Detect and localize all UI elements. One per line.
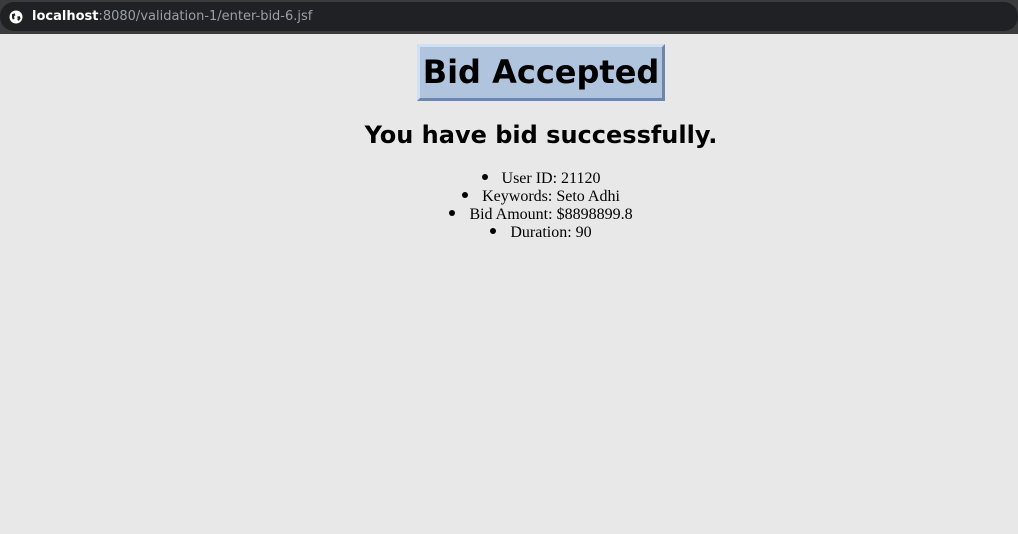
browser-address-bar: localhost:8080/validation-1/enter-bid-6.… <box>0 0 1018 34</box>
url-field[interactable]: localhost:8080/validation-1/enter-bid-6.… <box>0 2 1018 31</box>
list-item: Duration: 90 <box>0 224 1018 242</box>
globe-icon[interactable] <box>9 10 23 24</box>
bullet-icon <box>449 210 456 217</box>
url-text[interactable]: localhost:8080/validation-1/enter-bid-6.… <box>32 9 312 25</box>
page-content: Bid Accepted You have bid successfully. … <box>0 34 1018 534</box>
detail-keywords: Keywords: Seto Adhi <box>482 188 620 205</box>
bid-details-list: User ID: 21120 Keywords: Seto Adhi Bid A… <box>0 170 1018 242</box>
detail-bid-amount: Bid Amount: $8898899.8 <box>469 206 633 223</box>
page-title: Bid Accepted <box>417 44 665 101</box>
detail-user-id: User ID: 21120 <box>501 170 601 187</box>
list-item: Bid Amount: $8898899.8 <box>0 206 1018 224</box>
success-heading: You have bid successfully. <box>364 121 718 149</box>
bullet-icon <box>481 174 488 181</box>
detail-duration: Duration: 90 <box>510 224 592 241</box>
bullet-icon <box>490 228 497 235</box>
url-path: :8080/validation-1/enter-bid-6.jsf <box>98 9 313 24</box>
list-item: User ID: 21120 <box>0 170 1018 188</box>
list-item: Keywords: Seto Adhi <box>0 188 1018 206</box>
bullet-icon <box>462 192 469 199</box>
url-host: localhost <box>32 9 99 24</box>
